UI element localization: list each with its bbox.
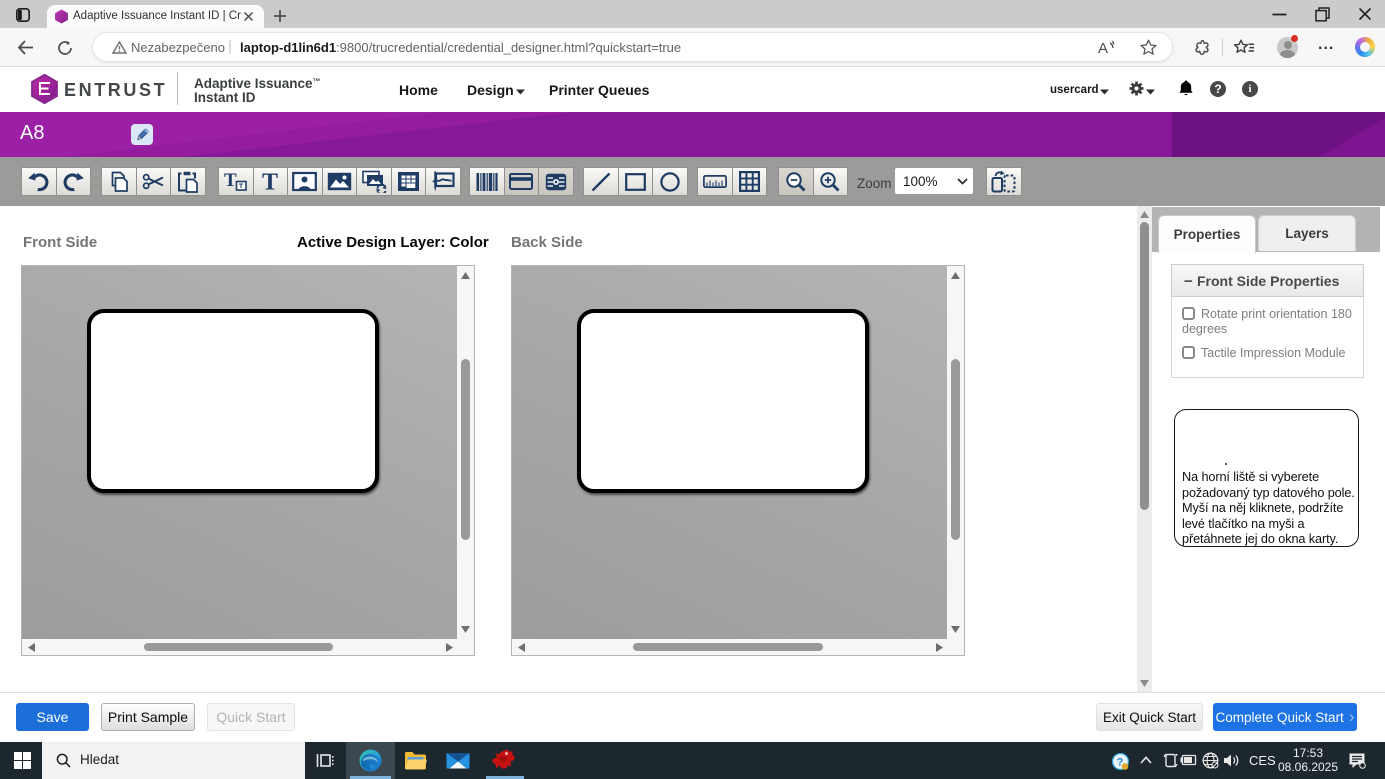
- svg-text:T: T: [224, 170, 237, 191]
- svg-text:T: T: [262, 171, 278, 193]
- svg-text:A: A: [1098, 40, 1108, 56]
